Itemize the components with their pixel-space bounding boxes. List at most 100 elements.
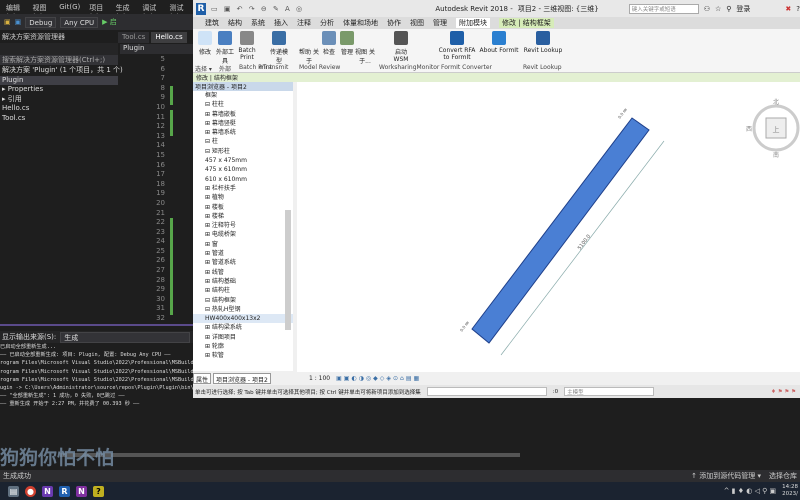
clock-time[interactable]: 14:28 [782,484,798,491]
browser-item[interactable]: 475 x 610mm [193,165,293,174]
browser-item[interactable]: ⊞ 幕墙嵌板 [193,110,293,119]
onenote-icon[interactable]: N [76,485,87,497]
tree-item[interactable]: Plugin [0,75,118,85]
menu-item[interactable]: 测试(S) [170,3,187,21]
platform-select[interactable]: Any CPU [60,16,99,28]
browser-item[interactable]: ⊞ 结构柱 [193,286,293,295]
ribbon-tab[interactable]: 管理 [433,18,447,28]
ribbon-button[interactable]: 管理 [337,31,357,56]
browser-item[interactable]: ⊞ 栏杆扶手 [193,184,293,193]
drawing-canvas[interactable]: 5100.0 0.0 ㎜ 0.0 ㎜ 上 北 南 西 [297,82,800,372]
ribbon-tab[interactable]: 协作 [387,18,401,28]
ribbon-tab[interactable]: 插入 [274,18,288,28]
ribbon-tab[interactable]: 附加模块 [456,18,490,28]
ribbon-button[interactable]: 检查 [319,31,339,56]
menu-item[interactable]: 生成(B) [116,3,134,21]
browser-item[interactable]: ⊟ 结构框架 [193,296,293,305]
open-icon[interactable]: ▣ [4,18,11,26]
browser-item[interactable]: ⊞ 详图项目 [193,333,293,342]
binoculars-icon[interactable]: ⚇ [704,5,710,13]
ribbon-button[interactable]: About FormIt [479,31,519,54]
browser-item[interactable]: ⊞ 管道 [193,249,293,258]
config-select[interactable]: Debug [25,16,57,28]
browser-item[interactable]: ⊟ 矩形柱 [193,147,293,156]
browser-item[interactable]: ⊞ 结构基础 [193,277,293,286]
browser-item[interactable]: 457 x 475mm [193,156,293,165]
ribbon-tab[interactable]: 注释 [297,18,311,28]
browser-item[interactable]: ⊞ 轮廓 [193,342,293,351]
ribbon-button[interactable]: 视图 关于... [355,31,375,65]
browser-item[interactable]: ⊞ 软管 [193,351,293,360]
menu-item[interactable]: Git(G) [59,3,80,11]
browser-item[interactable]: 610 x 610mm [193,175,293,184]
tab-project-browser[interactable]: 项目浏览器 - 项目2 [213,373,271,384]
browser-item[interactable]: HW400x400x13x2 [193,314,293,324]
ribbon-button[interactable]: 外部工具 [215,31,235,65]
ribbon-tab[interactable]: 体量和场地 [343,18,378,28]
browser-item[interactable]: ⊞ 管道系统 [193,258,293,267]
browser-item[interactable]: ⊞ 楼梯 [193,212,293,221]
quick-access-toolbar[interactable]: ▭ ▣ ↶ ↷ ⊖ ✎ A ◎ [211,5,304,13]
file-explorer-icon[interactable]: ▤ [8,485,19,497]
ribbon-tab[interactable]: 结构 [228,18,242,28]
browser-item[interactable]: ⊞ 幕墙竖梃 [193,119,293,128]
ribbon-button[interactable]: 帮助 关于 [299,31,319,65]
clock-date[interactable]: 2023/ [782,491,798,498]
search-input[interactable]: 键入关键字或短语 [628,3,699,14]
browser-item[interactable]: 框架 [193,91,293,100]
exchange-icon[interactable]: ✖ [785,5,791,13]
dimension-label[interactable]: 5100.0 [577,234,592,252]
browser-item[interactable]: ⊞ 植物 [193,193,293,202]
solution-search-input[interactable]: 搜索解决方案资源管理器(Ctrl+;) [0,55,118,65]
tree-item[interactable]: Hello.cs [0,104,118,114]
editor-project-nav[interactable]: Plugin [120,44,193,54]
ribbon-tab[interactable]: 视图 [410,18,424,28]
viewcube[interactable]: 上 北 南 西 [746,98,800,159]
visual-studio-icon[interactable]: N [42,485,53,497]
selection-filter-icons[interactable]: ♦ ⚑ ⚑ ⚑ [771,389,800,395]
save-icon[interactable]: ▣ [15,18,22,26]
revit-icon[interactable]: R [59,485,70,497]
editor-tab[interactable]: Hello.cs [151,32,187,43]
structural-beam[interactable] [471,117,650,344]
star-icon[interactable]: ☆ [715,5,721,13]
python-icon[interactable]: ? [93,485,104,497]
ribbon-button[interactable]: Convert RFA to FormIt [437,31,477,61]
start-button[interactable]: ▶ 启 [102,17,117,27]
tree-item[interactable]: ▸ Properties [0,85,118,95]
view-control-icons[interactable]: ▣▣◐◑◎◆◇◈⊙⌂▤▦ [336,375,421,382]
revit-logo-icon[interactable]: R [196,2,206,15]
browser-item[interactable]: ⊞ 结构梁系统 [193,323,293,332]
ribbon-button[interactable]: 修改 [195,31,215,56]
browser-item[interactable]: ⊞ 幕墙系统 [193,128,293,137]
browser-item[interactable]: ⊟ 热轧H型钢 [193,305,293,314]
browser-item[interactable]: ⊞ 电缆桥架 [193,230,293,239]
browser-scrollbar[interactable] [285,210,291,330]
repo-button[interactable]: 选择仓库 [769,471,797,481]
browser-item[interactable]: ⊞ 注释符号 [193,221,293,230]
ribbon-tab[interactable]: 修改 | 结构框架 [499,18,554,28]
menu-item[interactable]: 视图(V) [32,3,50,21]
login-button[interactable]: 登录 [736,4,750,14]
viewcube-west[interactable]: 西 [746,126,752,133]
help-icon[interactable]: ? [796,5,800,13]
horizontal-scrollbar[interactable] [60,453,520,457]
browser-item[interactable]: ⊞ 线管 [193,268,293,277]
source-control-button[interactable]: ↑ 添加到源代码管理 ▾ [691,471,761,481]
ribbon-tab[interactable]: 建筑 [205,18,219,28]
browser-item[interactable]: ⊟ 柱柱 [193,100,293,109]
tray-icons[interactable]: ^ ▮ ♦ ◐ ◁ ⚲ ▣ [724,487,777,495]
menu-item[interactable]: 项目(P) [89,3,106,21]
viewcube-north[interactable]: 北 [773,98,779,106]
tab-properties[interactable]: 属性 [193,373,212,384]
tree-item[interactable]: Tool.cs [0,114,118,124]
menu-item[interactable]: 编辑(E) [6,3,23,21]
tree-item[interactable]: ▸ 引用 [0,95,118,105]
output-source-select[interactable]: 生成 [60,331,191,343]
ribbon-tab[interactable]: 分析 [320,18,334,28]
ribbon-button[interactable]: Batch Print [237,31,257,61]
user-icon[interactable]: ⚲ [726,5,731,13]
menu-item[interactable]: 调试(D) [142,3,160,21]
browser-item[interactable]: ⊞ 窗 [193,240,293,249]
editor-tab[interactable]: Tool.cs [118,32,150,43]
